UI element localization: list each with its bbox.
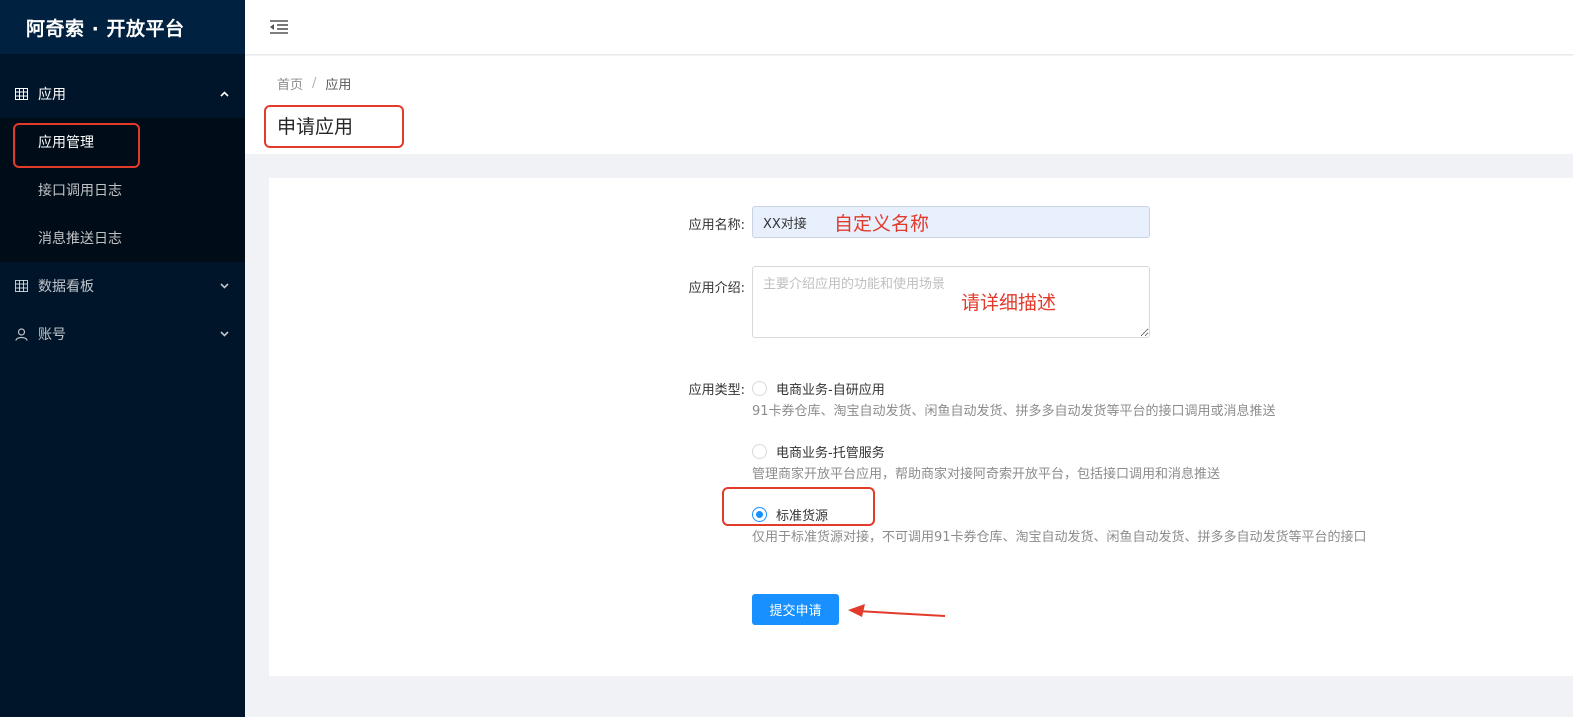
table-icon xyxy=(14,279,28,293)
app-intro-label: 应用介绍: xyxy=(688,281,745,296)
sidebar-item-account[interactable]: 账号 xyxy=(0,310,245,358)
submit-button[interactable]: 提交申请 xyxy=(752,594,839,625)
sidebar-item-dashboard[interactable]: 数据看板 xyxy=(0,262,245,310)
radio-circle[interactable] xyxy=(752,444,767,459)
sidebar-item-app-management[interactable]: 应用管理 xyxy=(0,118,245,166)
chevron-up-icon xyxy=(219,89,229,99)
radio-description: 管理商家开放平台应用，帮助商家对接阿奇索开放平台，包括接口调用和消息推送 xyxy=(752,467,1221,482)
radio-label: 电商业务-托管服务 xyxy=(776,446,885,461)
sidebar-item-api-log[interactable]: 接口调用日志 xyxy=(0,166,245,214)
table-icon xyxy=(14,87,28,101)
sidebar-item-push-log[interactable]: 消息推送日志 xyxy=(0,214,245,262)
breadcrumb-current: 应用 xyxy=(325,78,352,93)
radio-label: 电商业务-自研应用 xyxy=(776,383,885,398)
radio-circle[interactable] xyxy=(752,381,767,396)
sidebar-item-label: 消息推送日志 xyxy=(38,231,122,247)
page-title: 申请应用 xyxy=(277,116,354,138)
form-card: 应用名称: 应用介绍: 应用类型: 电商业务-自研应用 91卡券仓库、淘宝自动发… xyxy=(269,178,1573,676)
breadcrumb-separator: / xyxy=(312,76,317,91)
submenu-app: 应用管理 接口调用日志 消息推送日志 xyxy=(0,118,245,262)
breadcrumb: 首页 / 应用 xyxy=(277,74,351,93)
sidebar-item-label: 应用管理 xyxy=(38,135,94,151)
radio-hosted-service[interactable]: 电商业务-托管服务 xyxy=(752,442,885,461)
sidebar-item-label: 数据看板 xyxy=(38,279,94,295)
radio-description: 仅用于标准货源对接，不可调用91卡券仓库、淘宝自动发货、闲鱼自动发货、拼多多自动… xyxy=(752,530,1367,545)
chevron-down-icon xyxy=(219,281,229,291)
radio-standard-supply[interactable]: 标准货源 xyxy=(752,505,828,524)
radio-self-developed[interactable]: 电商业务-自研应用 xyxy=(752,379,885,398)
sidebar-item-app[interactable]: 应用 xyxy=(0,70,245,118)
radio-description: 91卡券仓库、淘宝自动发货、闲鱼自动发货、拼多多自动发货等平台的接口调用或消息推… xyxy=(752,404,1276,419)
breadcrumb-home[interactable]: 首页 xyxy=(277,74,303,93)
chevron-down-icon xyxy=(219,329,229,339)
sidebar-item-label: 账号 xyxy=(38,327,66,343)
app-type-label: 应用类型: xyxy=(688,383,745,398)
app-intro-textarea[interactable] xyxy=(752,266,1150,338)
app-name-label: 应用名称: xyxy=(688,218,745,233)
radio-circle-checked[interactable] xyxy=(752,507,767,522)
user-icon xyxy=(14,327,28,341)
menu-fold-icon[interactable] xyxy=(269,19,289,35)
app-title: 阿奇索 · 开放平台 xyxy=(26,17,185,40)
sidebar: 阿奇索 · 开放平台 应用 应用管理 接口调用日志 消息推送日志 数据看板 账号 xyxy=(0,0,245,717)
app-name-input[interactable] xyxy=(752,206,1150,238)
topbar xyxy=(245,0,1573,55)
sidebar-item-label: 应用 xyxy=(38,87,66,103)
page-header: 首页 / 应用 申请应用 xyxy=(245,56,1573,154)
sidebar-item-label: 接口调用日志 xyxy=(38,183,122,199)
radio-label: 标准货源 xyxy=(776,509,829,524)
logo: 阿奇索 · 开放平台 xyxy=(0,0,245,54)
sidebar-menu: 应用 应用管理 接口调用日志 消息推送日志 数据看板 账号 xyxy=(0,70,245,358)
